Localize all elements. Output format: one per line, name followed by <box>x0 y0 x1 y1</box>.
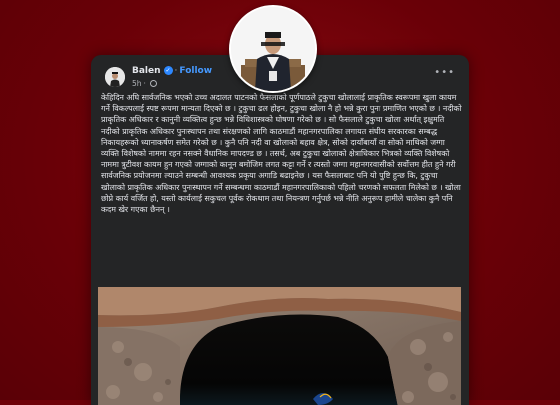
profile-photo <box>229 5 317 93</box>
globe-icon <box>149 80 157 87</box>
verified-badge-icon: ✓ <box>163 66 173 75</box>
follow-button[interactable]: Follow <box>179 66 212 76</box>
avatar-icon <box>105 67 125 87</box>
author-name[interactable]: Balen <box>132 66 161 76</box>
post-meta: 5h · <box>132 79 157 88</box>
separator-dot: · <box>174 66 178 76</box>
meta-separator: · <box>143 79 146 88</box>
river-culvert-photo <box>98 287 461 405</box>
post-text: केहिदिन अघि सार्वजनिक भएको उच्च अदालत पा… <box>101 93 462 215</box>
person-portrait-icon <box>231 7 315 91</box>
post-image[interactable] <box>98 287 461 405</box>
author-avatar[interactable] <box>105 67 125 87</box>
post-time[interactable]: 5h <box>132 79 142 88</box>
more-options-icon[interactable]: ••• <box>434 67 455 78</box>
author-line: Balen ✓ · Follow <box>132 66 212 76</box>
facebook-post-card: Balen ✓ · Follow 5h · ••• केहिदिन अघि सार्वज… <box>91 55 469 405</box>
